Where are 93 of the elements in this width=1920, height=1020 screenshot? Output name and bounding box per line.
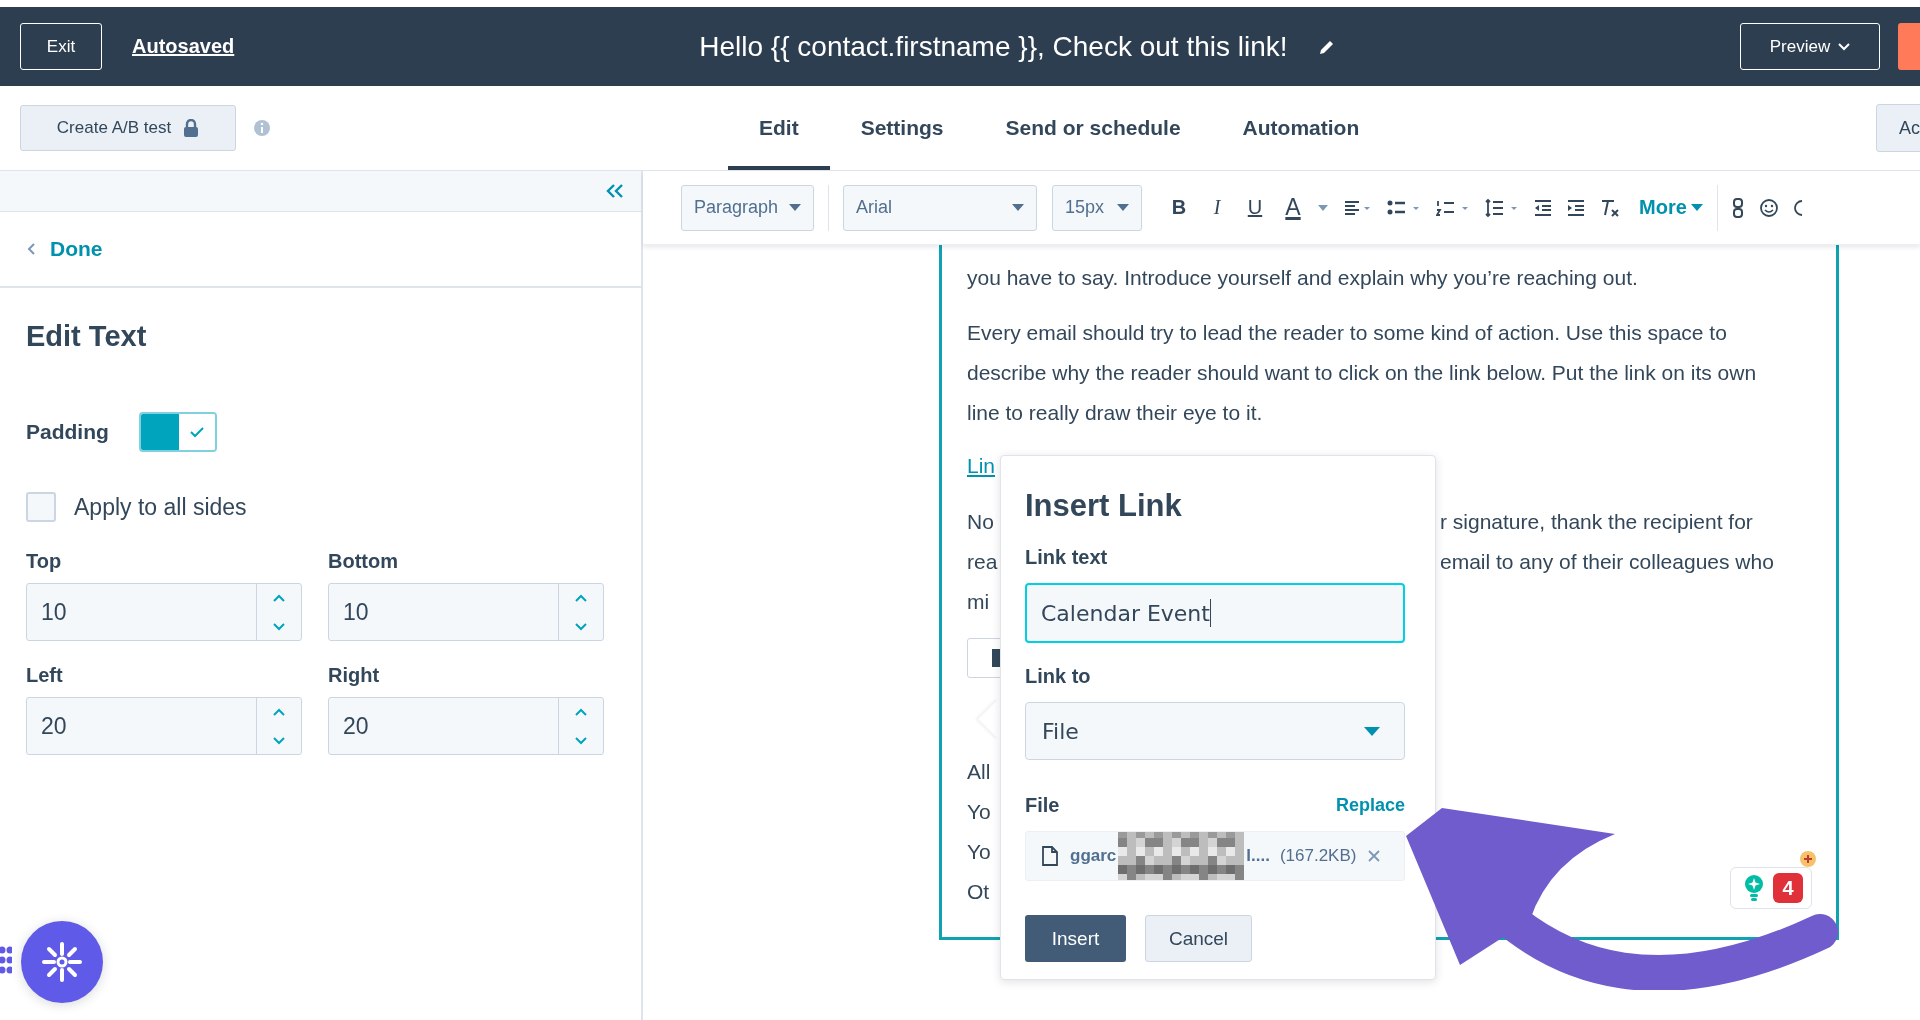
field-label: Right <box>328 664 381 687</box>
file-size: (167.2KB) <box>1279 846 1357 866</box>
check-icon <box>188 426 205 438</box>
font-dropdown[interactable]: Arial <box>843 184 1037 231</box>
link-to-select[interactable]: File <box>1025 702 1405 760</box>
checkbox-label: Apply to all sides <box>74 493 247 521</box>
field-value: 10 <box>343 598 370 626</box>
body-text: Ot <box>967 879 990 905</box>
align-icon[interactable] <box>1344 198 1372 217</box>
field-label: Bottom <box>328 550 399 573</box>
number-field[interactable]: 10 <box>328 583 604 641</box>
body-text: rea <box>967 550 998 573</box>
preview-button[interactable]: Preview <box>1740 23 1880 70</box>
drag-handle-icon[interactable] <box>0 946 12 976</box>
field-label: Link to <box>1025 665 1092 688</box>
increment-icon[interactable] <box>272 707 286 717</box>
file-name: l.... <box>1246 846 1270 866</box>
lock-icon <box>183 119 200 137</box>
clear-format-icon[interactable] <box>1600 197 1620 218</box>
assistant-button[interactable] <box>21 921 103 1003</box>
body-text: mi <box>967 590 990 613</box>
file-icon <box>1042 846 1058 866</box>
sparkle-icon <box>42 942 82 982</box>
padding-label: Padding <box>26 420 109 444</box>
decrement-icon[interactable] <box>574 735 588 745</box>
body-text: No <box>967 510 994 533</box>
insert-button[interactable]: Insert <box>1025 915 1126 962</box>
collapse-icon[interactable] <box>606 183 624 199</box>
decrement-icon[interactable] <box>272 735 286 745</box>
indent-icon[interactable] <box>1567 198 1585 217</box>
autosaved-link[interactable]: Autosaved <box>132 35 235 58</box>
link-icon[interactable] <box>1731 197 1744 218</box>
field-label: File <box>1025 794 1060 817</box>
chevron-left-icon <box>26 242 36 256</box>
number-field[interactable]: 20 <box>26 697 302 755</box>
dropdown-triangle-icon <box>1364 726 1380 736</box>
notification-badge[interactable]: 4 <box>1773 873 1803 903</box>
exit-button[interactable]: Exit <box>20 23 102 70</box>
toolbar-button[interactable]: Ac <box>1876 104 1920 152</box>
number-field[interactable]: 10 <box>26 583 302 641</box>
field-value: 20 <box>41 712 68 740</box>
body-text: Yo <box>967 799 991 825</box>
body-paragraph: Every email should try to lead the reader to some kind of action. Use this space to describe why the reader should want to click on the link below. Put the link on its own line to really draw their eye to it. <box>967 320 1758 426</box>
format-button[interactable]: B <box>1160 196 1198 219</box>
field-value: 10 <box>41 598 68 626</box>
number-field[interactable]: 20 <box>328 697 604 755</box>
done-link[interactable]: Done <box>26 237 103 261</box>
email-title: Hello {{ contact.firstname }}, Check out this link! <box>699 30 1288 63</box>
toolbar-icon[interactable] <box>1793 197 1802 218</box>
format-button[interactable]: A <box>1274 194 1312 221</box>
file-name: ggarc <box>1070 846 1117 866</box>
plus-icon <box>1800 851 1816 867</box>
body-paragraph: you have to say. Introduce yourself and explain why you’re reaching out. <box>967 265 1639 291</box>
checkbox[interactable] <box>26 492 56 522</box>
info-icon[interactable] <box>253 119 271 137</box>
more-button[interactable]: More <box>1635 196 1703 219</box>
ab-test-button[interactable]: Create A/B test <box>20 105 236 151</box>
padding-toggle[interactable] <box>138 412 217 452</box>
link-text-field[interactable]: Calendar Event <box>1025 583 1405 643</box>
field-value: 20 <box>343 712 370 740</box>
lightbulb-icon[interactable] <box>1743 874 1765 902</box>
increment-icon[interactable] <box>272 593 286 603</box>
line-height-icon[interactable] <box>1485 197 1519 218</box>
assistant-widget[interactable]: 4 <box>1730 867 1812 909</box>
font-size-dropdown[interactable]: 15px <box>1052 184 1142 231</box>
tab[interactable]: Automation <box>1211 86 1391 170</box>
numbered-list-icon[interactable] <box>1436 198 1470 217</box>
bullet-list-icon[interactable] <box>1387 198 1421 217</box>
dialog-title: Insert Link <box>1025 488 1183 524</box>
increment-icon[interactable] <box>574 593 588 603</box>
decrement-icon[interactable] <box>574 621 588 631</box>
chevron-down-icon <box>1838 42 1851 51</box>
cancel-button[interactable]: Cancel <box>1145 915 1252 962</box>
body-link[interactable]: Lin <box>967 446 996 486</box>
remove-icon[interactable] <box>1368 850 1381 862</box>
field-label: Top <box>26 550 63 573</box>
decrement-icon[interactable] <box>272 621 286 631</box>
body-text: Yo <box>967 839 991 865</box>
body-text: r signature, thank the recipient for <box>1440 510 1753 534</box>
panel-heading: Edit Text <box>26 320 148 353</box>
body-text: email to any of their colleagues who <box>1440 550 1774 574</box>
format-button[interactable]: I <box>1198 196 1236 219</box>
increment-icon[interactable] <box>574 707 588 717</box>
tab[interactable]: Send or schedule <box>974 86 1212 170</box>
body-text: All <box>967 759 991 785</box>
paragraph-dropdown[interactable]: Paragraph <box>681 184 814 231</box>
emoji-icon[interactable] <box>1758 197 1779 218</box>
field-label: Link text <box>1025 546 1109 569</box>
format-button[interactable]: U <box>1236 196 1274 219</box>
replace-link[interactable]: Replace <box>1335 795 1405 816</box>
outdent-icon[interactable] <box>1534 198 1552 217</box>
field-label: Left <box>26 664 64 687</box>
tab[interactable]: Settings <box>829 86 975 170</box>
